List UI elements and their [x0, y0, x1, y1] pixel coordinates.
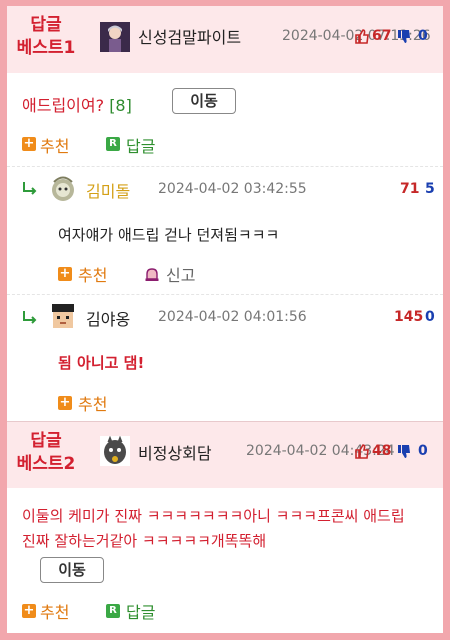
recommend-button[interactable]: 추천 [78, 262, 107, 286]
best-badge-1: 답글 베스트1 [6, 14, 86, 60]
downvote-count: 0 [418, 443, 428, 459]
avatar[interactable] [100, 436, 130, 466]
reply-count: [8] [109, 96, 132, 115]
recommend-plus-icon: + [58, 395, 72, 410]
reply-button[interactable]: 답글 [126, 599, 155, 623]
divider [7, 294, 443, 295]
best-badge-2: 답글 베스트2 [6, 430, 86, 476]
reply-r-icon: R [106, 604, 120, 618]
post-date: 2024-04-02 03:42:55 [158, 181, 307, 197]
thumbs-down-icon[interactable] [397, 29, 411, 44]
downvote-count: 5 [425, 181, 435, 197]
thumbs-up-icon[interactable] [355, 29, 369, 44]
author-name[interactable]: 김미돌 [86, 178, 130, 202]
upvote-count: 145 [394, 309, 424, 325]
downvote-count: 0 [425, 309, 435, 325]
avatar[interactable] [48, 174, 78, 204]
thumbs-down-icon[interactable] [397, 444, 411, 459]
upvote-count: 71 [400, 181, 420, 197]
reply-r-icon: R [106, 137, 120, 151]
upvote-count: 67 [372, 28, 392, 44]
thumbs-up-icon[interactable] [355, 444, 369, 459]
author-name[interactable]: 신성검말파이트 [138, 24, 241, 48]
comment-text: 애드립이여? [8] [22, 92, 132, 116]
upvote-count: 48 [372, 443, 392, 459]
recommend-plus-icon: + [22, 136, 36, 151]
recommend-button[interactable]: 추천 [40, 133, 69, 157]
recommend-button[interactable]: 추천 [40, 599, 69, 623]
reply-arrow-icon [22, 180, 38, 195]
best-badge-line1: 답글 [30, 431, 62, 451]
siren-icon [144, 266, 160, 282]
recommend-plus-icon: + [22, 603, 36, 618]
avatar[interactable] [48, 302, 78, 332]
avatar[interactable] [100, 22, 130, 52]
best-badge-line1: 답글 [30, 15, 62, 35]
move-button[interactable]: 이동 [40, 557, 104, 583]
move-button[interactable]: 이동 [172, 88, 236, 114]
report-button[interactable]: 신고 [166, 262, 195, 286]
reply-button[interactable]: 답글 [126, 133, 155, 157]
downvote-count: 0 [418, 28, 428, 44]
author-name[interactable]: 김야옹 [86, 306, 130, 330]
author-name[interactable]: 비정상회담 [138, 440, 212, 464]
comment-text: 이둘의 케미가 진짜 ㅋㅋㅋㅋㅋㅋㅋ아니 ㅋㅋㅋ프콘씨 애드립 진짜 잘하는거같… [22, 507, 405, 550]
reply-text: 됨 아니고 댐! [58, 354, 145, 372]
best-badge-line2: 베스트1 [16, 38, 76, 58]
reply-arrow-icon [22, 309, 38, 324]
reply-text: 여자얘가 애드립 걷나 던져됨ㅋㅋㅋ [58, 226, 280, 244]
recommend-button[interactable]: 추천 [78, 391, 107, 415]
divider [7, 166, 443, 167]
best-badge-line2: 베스트2 [16, 454, 76, 474]
post-date: 2024-04-02 04:01:56 [158, 309, 307, 325]
comment-message: 애드립이여? [22, 96, 105, 115]
recommend-plus-icon: + [58, 266, 72, 281]
